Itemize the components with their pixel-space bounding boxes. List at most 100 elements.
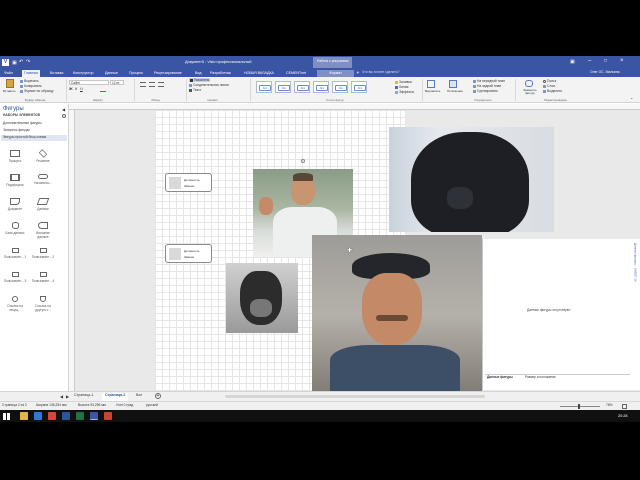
pointer-tool-button[interactable]: Указатель (189, 78, 211, 82)
minimize-icon[interactable]: – (588, 58, 591, 64)
tab-developer[interactable]: Разработчик (208, 70, 233, 77)
shape-style-3[interactable]: Abc (294, 81, 310, 93)
cut-button[interactable]: Вырезать (20, 79, 39, 83)
bold-button[interactable]: Ж (69, 86, 73, 91)
connector-tool-button[interactable]: Соединительная линия (189, 83, 229, 87)
stencil-shape-offpage-ref[interactable]: Ссылка на другую с... (31, 296, 55, 312)
undo-icon[interactable]: ↶ (19, 59, 23, 65)
stencil-shape-decision[interactable]: Решение (31, 149, 55, 163)
word-icon[interactable] (62, 412, 70, 420)
horizontal-scrollbar[interactable] (225, 395, 485, 398)
line-button[interactable]: Линия (395, 85, 408, 89)
stencil-shape-subprocess[interactable]: Подпроцесс (3, 174, 27, 187)
ribbon-display-icon[interactable]: ▣ (570, 59, 575, 65)
tab-format[interactable]: Формат (317, 70, 354, 77)
zoom-slider[interactable] (560, 406, 600, 407)
explorer-icon[interactable] (20, 412, 28, 420)
format-painter-button[interactable]: Формат по образцу (20, 89, 54, 93)
maximize-icon[interactable]: □ (604, 58, 607, 64)
status-language[interactable]: русский (146, 403, 158, 408)
stencil-shape-onpage-ref[interactable]: Ссылка на текущ... (3, 296, 27, 312)
shape-style-6[interactable]: Abc (351, 81, 367, 93)
powerpoint-icon[interactable] (104, 412, 112, 420)
status-page[interactable]: Страница 2 из 2 (2, 403, 27, 408)
find-button[interactable]: Поиск (543, 79, 556, 83)
save-icon[interactable]: ▣ (12, 60, 17, 66)
rotation-handle-icon[interactable] (301, 159, 305, 163)
layers-button[interactable]: Слои (543, 84, 555, 88)
zoom-slider-thumb[interactable] (578, 404, 580, 409)
close-icon[interactable]: × (620, 58, 624, 64)
stencil-shape-data[interactable]: Данные (31, 198, 55, 211)
shape-style-5[interactable]: Abc (332, 81, 348, 93)
fill-button[interactable]: Заливка (395, 80, 412, 84)
stencil-shape-custom-1[interactable]: Пользовате... 1 (3, 248, 27, 259)
user-name[interactable]: Олег ОС. Малкина (590, 70, 619, 75)
tab-new[interactable]: НОВАЯ ВКЛАДКА (242, 70, 276, 77)
copy-button[interactable]: Копировать (20, 84, 42, 88)
align-right-icon[interactable] (158, 82, 164, 87)
tab-data[interactable]: Данные (103, 70, 120, 77)
page-tab-1[interactable]: Страница-1 (74, 393, 93, 398)
send-back-button[interactable]: На задний план (473, 84, 501, 88)
select-button[interactable]: Выделить (543, 89, 562, 93)
tab-review[interactable]: Рецензирование (152, 70, 184, 77)
visio-icon[interactable] (90, 412, 98, 420)
tab-home[interactable]: Главная (22, 70, 40, 77)
text-tool-button[interactable]: Текст (189, 88, 201, 92)
align-button[interactable]: Выровнять (425, 80, 440, 96)
tab-cementnet[interactable]: CEMENTnet (284, 70, 308, 77)
position-button[interactable]: Положение (447, 80, 463, 96)
align-center-icon[interactable] (149, 82, 155, 87)
tab-file[interactable]: Файл (2, 70, 15, 77)
add-page-icon[interactable]: + (155, 393, 161, 399)
shape-data-tab[interactable]: Данные фигуры (487, 375, 513, 380)
change-shape-button[interactable]: Заменить фигуру (519, 80, 541, 98)
stencil-shape-terminator[interactable]: Начало/ко... (31, 174, 55, 185)
pitbull-dog-photo[interactable] (226, 263, 298, 333)
chrome-icon[interactable] (48, 412, 56, 420)
fit-page-icon[interactable] (622, 404, 627, 409)
stencil-shape-database[interactable]: База данных (3, 222, 27, 235)
redo-icon[interactable]: ↷ (26, 59, 30, 65)
stencil-shape-external-data[interactable]: Внешние данные (31, 222, 55, 239)
shape-style-1[interactable]: Abc (256, 81, 272, 93)
more-shapes-item[interactable]: Дополнительные фигуры (3, 121, 42, 126)
bring-front-button[interactable]: На передний план (473, 79, 505, 83)
stencil-shape-custom-2[interactable]: Пользовате... 2 (31, 248, 55, 259)
underline-button[interactable]: Ч (80, 86, 83, 91)
tab-view[interactable]: Вид (193, 70, 204, 77)
quick-shapes-item[interactable]: Экспресс-фигуры (3, 128, 30, 133)
active-stencil-item[interactable]: Фигуры простой блок-схемы (1, 135, 67, 141)
font-color-icon[interactable] (100, 88, 106, 92)
tab-insert[interactable]: Вставка (48, 70, 65, 77)
tell-me-input[interactable]: Что вы хотите сделать? (362, 70, 399, 75)
shape-style-4[interactable]: Abc (313, 81, 329, 93)
group-button[interactable]: Группировать (473, 89, 498, 93)
size-position-tab[interactable]: Размер и положение (525, 375, 556, 380)
stencil-shape-custom-4[interactable]: Пользовате... 4 (31, 272, 55, 283)
collapse-ribbon-icon[interactable]: ⌃ (630, 97, 633, 102)
page-tab-all[interactable]: Все (136, 393, 142, 398)
excel-icon[interactable] (76, 412, 84, 420)
edge-icon[interactable] (34, 412, 42, 420)
pane-collapse-icon[interactable]: ◀ (62, 107, 65, 112)
page-tab-2[interactable]: Страница-2 (102, 393, 129, 401)
paste-button[interactable]: Вставить (3, 79, 17, 96)
shape-style-2[interactable]: Abc (275, 81, 291, 93)
tab-design[interactable]: Конструктор (71, 70, 96, 77)
zoom-level[interactable]: 76% (606, 403, 613, 408)
stencil-shape-custom-3[interactable]: Пользовате... 3 (3, 272, 27, 283)
effects-button[interactable]: Эффекты (395, 90, 414, 94)
man-in-cap-photo[interactable] (312, 235, 482, 395)
italic-button[interactable]: К (75, 86, 77, 91)
next-page-icon[interactable]: ▶ (66, 394, 69, 399)
font-name-select[interactable]: Calibri (69, 80, 109, 85)
position-box-2[interactable]: Должность Звание (165, 244, 212, 263)
prev-page-icon[interactable]: ◀ (60, 394, 63, 399)
clock[interactable]: 20:28 (618, 414, 628, 418)
position-box-1[interactable]: Должность Звание (165, 173, 212, 192)
tab-process[interactable]: Процесс (127, 70, 145, 77)
stencil-shape-document[interactable]: Документ (3, 198, 27, 211)
app-icon[interactable]: V (2, 59, 9, 66)
